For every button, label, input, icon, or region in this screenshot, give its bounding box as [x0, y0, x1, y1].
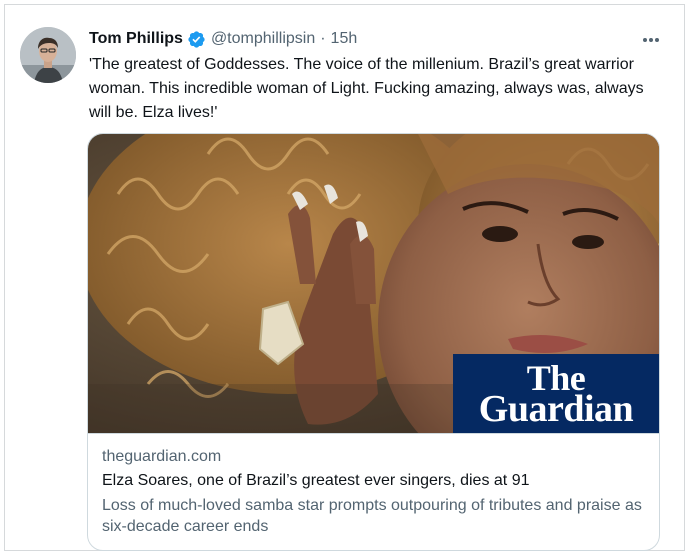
more-horizontal-icon[interactable] [638, 29, 664, 51]
author-handle[interactable]: @tomphillipsin [211, 29, 315, 49]
card-domain: theguardian.com [102, 448, 222, 465]
tweet-header: Tom Phillips @tomphillipsin · 15h [89, 29, 357, 49]
separator-dot: · [320, 30, 326, 47]
author-name[interactable]: Tom Phillips [89, 29, 183, 49]
card-title: Elza Soares, one of Brazil’s greatest ev… [102, 472, 530, 489]
tweet-timestamp[interactable]: 15h [331, 29, 358, 49]
avatar[interactable] [20, 27, 76, 83]
verified-badge-icon [187, 30, 206, 49]
avatar-photo [20, 27, 76, 83]
guardian-logo: The Guardian [453, 354, 659, 433]
card-description: Loss of much-loved samba star prompts ou… [102, 497, 642, 535]
guardian-logo-line2: Guardian [478, 388, 634, 430]
tweet[interactable]: Tom Phillips @tomphillipsin · 15h 'The g… [4, 4, 685, 551]
tweet-text: 'The greatest of Goddesses. The voice of… [89, 56, 644, 121]
card-meta[interactable]: theguardian.com Elza Soares, one of Braz… [88, 433, 659, 537]
card-image[interactable]: The Guardian [88, 134, 659, 433]
link-card[interactable]: The Guardian theguardian.com Elza Soares… [87, 133, 660, 551]
